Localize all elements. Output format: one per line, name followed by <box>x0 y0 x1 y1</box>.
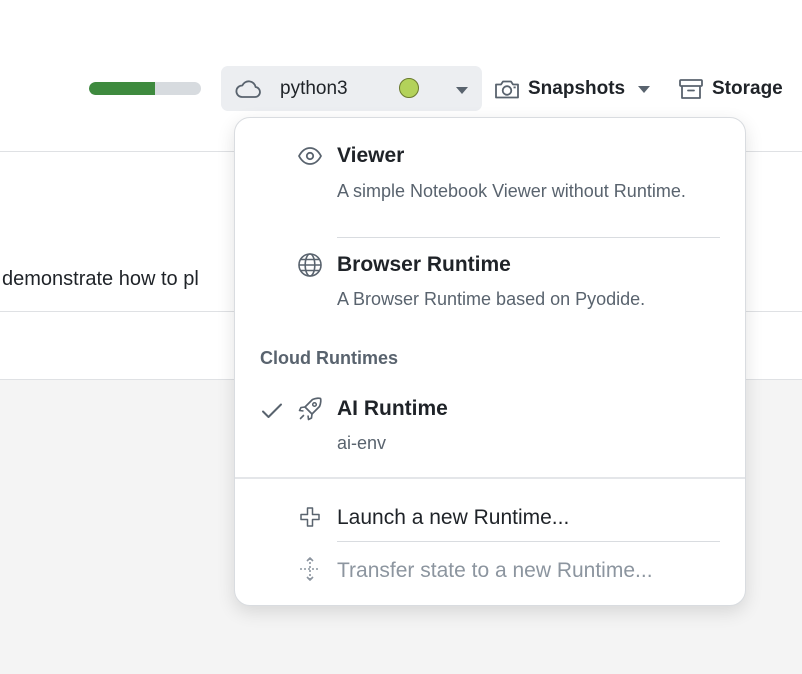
launch-new-runtime-button[interactable]: Launch a new Runtime... <box>235 496 745 540</box>
cloud-icon <box>235 80 261 98</box>
transfer-icon <box>300 557 320 581</box>
progress-fill <box>89 82 156 95</box>
action-label: Transfer state to a new Runtime... <box>337 559 653 582</box>
action-label: Launch a new Runtime... <box>337 506 570 529</box>
archive-box-icon <box>679 79 703 99</box>
rocket-icon <box>298 397 322 421</box>
transfer-state-button[interactable]: Transfer state to a new Runtime... <box>235 548 745 592</box>
menu-section-divider <box>235 477 745 479</box>
menu-item-viewer[interactable]: Viewer A simple Notebook Viewer without … <box>235 118 745 238</box>
storage-button[interactable]: Storage <box>678 74 783 104</box>
storage-label: Storage <box>712 78 783 99</box>
snapshots-label: Snapshots <box>528 78 626 99</box>
resource-progress-bar <box>89 82 201 95</box>
menu-item-title: AI Runtime <box>337 397 448 420</box>
kernel-status-indicator <box>399 78 419 98</box>
chevron-down-icon <box>638 86 651 93</box>
plus-icon <box>300 507 320 527</box>
runtime-dropdown-menu: Viewer A simple Notebook Viewer without … <box>234 117 746 606</box>
checkmark-icon <box>262 403 282 418</box>
chevron-down-icon <box>456 87 468 94</box>
eye-icon <box>298 147 322 165</box>
notebook-cell-text: demonstrate how to pl <box>2 268 199 290</box>
runtime-selector-button[interactable]: python3 <box>221 66 482 111</box>
globe-icon <box>298 253 322 277</box>
snapshots-button[interactable]: Snapshots <box>494 74 651 104</box>
menu-item-title: Viewer <box>337 144 405 167</box>
menu-separator <box>337 541 720 542</box>
section-header-cloud-runtimes: Cloud Runtimes <box>260 348 398 368</box>
menu-item-ai-runtime[interactable]: AI Runtime ai-env <box>235 386 745 466</box>
menu-item-description: ai-env <box>337 433 387 453</box>
menu-item-description: A simple Notebook Viewer without Runtime… <box>337 181 686 201</box>
menu-item-browser-runtime[interactable]: Browser Runtime A Browser Runtime based … <box>235 238 745 318</box>
menu-item-description: A Browser Runtime based on Pyodide. <box>337 289 646 309</box>
menu-item-title: Browser Runtime <box>337 253 511 276</box>
kernel-name: python3 <box>280 78 348 99</box>
camera-icon <box>495 80 519 99</box>
